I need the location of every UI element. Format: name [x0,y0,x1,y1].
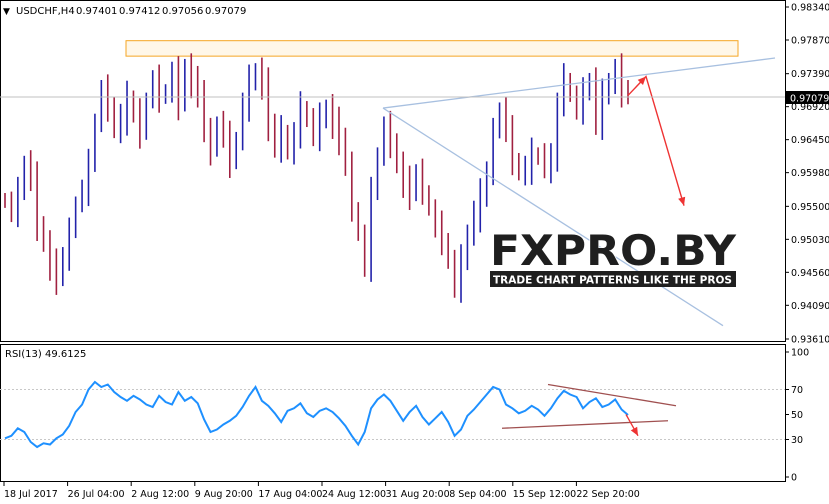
rsi-panel-frame [0,344,786,482]
watermark-tagline: TRADE CHART PATTERNS LIKE THE PROS [493,275,732,287]
annotation-layer [125,40,739,57]
price-tick-label: 0.93610 [791,335,829,346]
rsi-tick-label: 0 [791,473,797,484]
watermark-brand: FXPRO.BY [490,226,737,275]
rsi-tick-label: 100 [791,348,809,359]
time-tick-label: 22 Sep 20:00 [576,489,639,500]
rsi-tick-label: 50 [791,410,803,421]
resistance-zone [125,40,739,57]
price-tick-label: 0.96450 [791,135,829,146]
ohlc-open: 0.97401 [76,6,117,17]
time-tick-label: 9 Aug 20:00 [195,489,253,500]
time-tick-label: 31 Aug 20:00 [386,489,450,500]
price-tick-label: 0.95030 [791,235,829,246]
rsi-tick-label: 70 [791,385,803,396]
ohlc-low: 0.97056 [162,6,203,17]
menu-glyph-icon[interactable]: ▼ [3,7,10,17]
price-tick-label: 0.94560 [791,268,829,279]
symbol-label: USDCHF,H4 [16,6,75,17]
time-tick-label: 24 Aug 12:00 [322,489,386,500]
time-tick-label: 8 Sep 04:00 [449,489,506,500]
rsi-tick-label: 30 [791,435,803,446]
time-tick-label: 2 Aug 12:00 [131,489,189,500]
price-tick-label: 0.95500 [791,202,829,213]
price-tick-label: 0.94090 [791,301,829,312]
current-price-label: 0.97079 [790,94,829,105]
ohlc-high: 0.97412 [119,6,160,17]
chart-root: ▼ USDCHF,H4 0.97401 0.97412 0.97056 0.97… [0,0,829,500]
ohlc-close: 0.97079 [205,6,246,17]
time-tick-label: 17 Aug 04:00 [258,489,322,500]
price-tick-label: 0.95980 [791,168,829,179]
time-tick-label: 15 Sep 12:00 [513,489,576,500]
time-tick-label: 18 Jul 2017 [4,489,58,500]
price-axis: 0.983400.978700.973900.969200.964500.959… [785,3,829,346]
price-tick-label: 0.97870 [791,35,829,46]
watermark: FXPRO.BY TRADE CHART PATTERNS LIKE THE P… [489,225,737,287]
time-axis: 18 Jul 2017 26 Jul 04:00 2 Aug 12:00 9 Aug … [3,482,640,500]
rsi-label: RSI(13) 49.6125 [5,349,86,360]
price-tick-label: 0.97390 [791,69,829,80]
time-tick-label: 26 Jul 04:00 [68,489,125,500]
price-tick-label: 0.98340 [791,3,829,14]
